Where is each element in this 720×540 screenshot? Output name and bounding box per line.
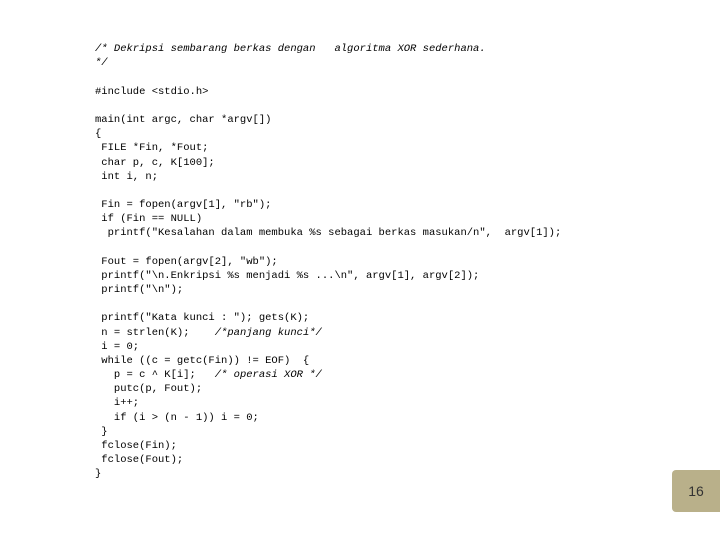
code-line: fclose(Fin); [95, 440, 177, 452]
code-line: p = c ^ K[i]; /* operasi XOR */ [95, 369, 322, 381]
code-line: Fout = fopen(argv[2], "wb"); [95, 256, 278, 268]
code-line: if (i > (n - 1)) i = 0; [95, 412, 259, 424]
code-line: char p, c, K[100]; [95, 157, 215, 169]
code-comment-inline: /* operasi XOR */ [215, 369, 322, 381]
code-line: { [95, 128, 101, 140]
code-line: printf("Kata kunci : "); gets(K); [95, 312, 309, 324]
code-line: } [95, 468, 101, 480]
code-line: n = strlen(K); /*panjang kunci*/ [95, 327, 322, 339]
code-line: #include <stdio.h> [95, 86, 208, 98]
code-line: i = 0; [95, 341, 139, 353]
code-line: putc(p, Fout); [95, 383, 202, 395]
code-line: printf("Kesalahan dalam membuka %s sebag… [95, 227, 561, 239]
code-line: fclose(Fout); [95, 454, 183, 466]
code-line: int i, n; [95, 171, 158, 183]
code-comment-inline: /*panjang kunci*/ [215, 327, 322, 339]
page-number: 16 [688, 483, 704, 499]
code-line: while ((c = getc(Fin)) != EOF) { [95, 355, 309, 367]
code-line: if (Fin == NULL) [95, 213, 202, 225]
code-comment: /* Dekripsi sembarang berkas dengan algo… [95, 43, 486, 55]
code-line: FILE *Fin, *Fout; [95, 142, 208, 154]
code-listing: /* Dekripsi sembarang berkas dengan algo… [95, 28, 561, 482]
code-line: } [95, 426, 108, 438]
code-line: i++; [95, 397, 139, 409]
code-line: printf("\n.Enkripsi %s menjadi %s ...\n"… [95, 270, 479, 282]
code-line: printf("\n"); [95, 284, 183, 296]
code-comment-close: */ [95, 57, 108, 69]
code-line: main(int argc, char *argv[]) [95, 114, 271, 126]
page-number-badge: 16 [672, 470, 720, 512]
code-line: Fin = fopen(argv[1], "rb"); [95, 199, 271, 211]
